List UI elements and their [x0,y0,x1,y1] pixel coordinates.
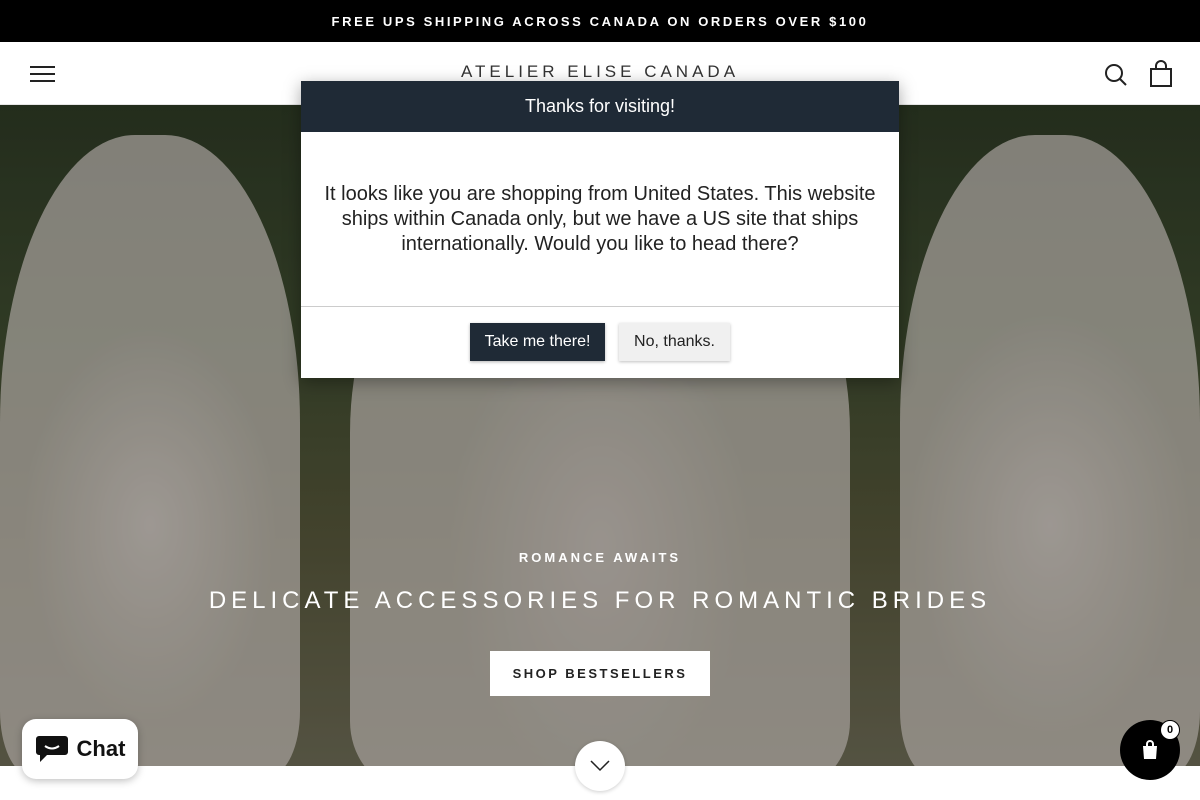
modal-actions: Take me there! No, thanks. [301,307,899,361]
cart-count-badge: 0 [1160,720,1180,740]
cart-bag-icon [1143,740,1157,759]
modal-message-text: It looks like you are shopping from Unit… [324,182,876,255]
geo-redirect-modal: Thanks for visiting! It looks like you a… [301,81,899,378]
chevron-down-icon [590,760,610,772]
modal-title: Thanks for visiting! [301,81,899,132]
search-icon[interactable] [1103,62,1129,88]
chat-bubble-icon [35,736,68,762]
chat-label: Chat [76,736,126,761]
brand-logo[interactable]: ATELIER ELISE CANADA [0,62,1200,82]
hero-subtitle: ROMANCE AWAITS [518,550,682,565]
shopping-bag-icon[interactable] [1148,60,1174,88]
modal-message: It looks like you are shopping from Unit… [301,132,899,307]
scroll-down-button[interactable] [575,741,625,791]
announcement-text: FREE UPS SHIPPING ACROSS CANADA ON ORDER… [331,13,869,29]
announcement-bar: FREE UPS SHIPPING ACROSS CANADA ON ORDER… [0,0,1200,42]
chat-button[interactable]: Chat [22,719,138,779]
no-thanks-button[interactable]: No, thanks. [619,323,730,361]
shop-bestsellers-button[interactable]: SHOP BESTSELLERS [490,651,710,696]
hero-title: DELICATE ACCESSORIES FOR ROMANTIC BRIDES [208,587,992,614]
take-me-there-button[interactable]: Take me there! [470,323,605,361]
